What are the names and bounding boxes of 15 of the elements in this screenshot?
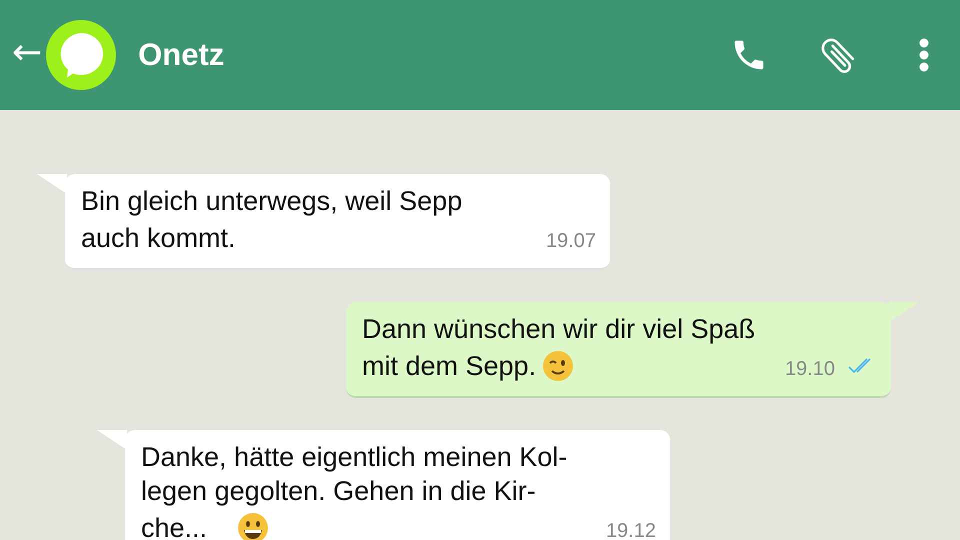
winking-emoji-icon [542, 350, 574, 382]
chat-bubble-avatar-icon [46, 20, 116, 90]
message-time: 19.10 [784, 357, 835, 382]
message-text: mit dem Sepp. [362, 350, 536, 383]
message-text: che... [141, 512, 208, 540]
message-time: 19.07 [546, 229, 596, 254]
message-text: auch kommt. [81, 222, 236, 255]
message-time: 19.12 [606, 519, 656, 540]
message-text: legen gegolten. Gehen in die Kir- [141, 475, 536, 508]
message-text: Dann wünschen wir dir viel Spaß [362, 313, 756, 346]
back-button[interactable]: ← [12, 32, 46, 78]
more-options-icon[interactable] [918, 37, 930, 73]
message-text: Danke, hätte eigentlich meinen Kol- [141, 441, 568, 474]
message-text: Bin gleich unterwegs, weil Sepp [81, 185, 462, 218]
chat-title: Onetz [138, 37, 224, 73]
